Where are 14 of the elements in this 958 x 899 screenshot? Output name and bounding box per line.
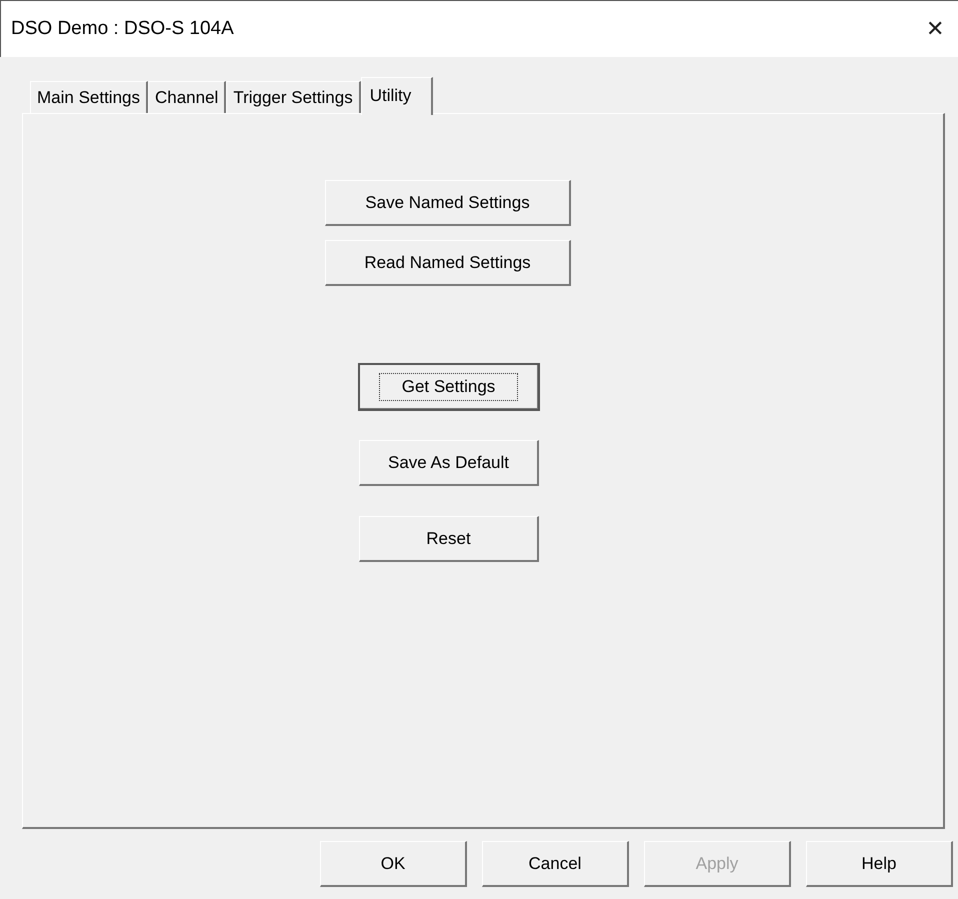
dialog-button[interactable]: Cancel [482, 841, 629, 887]
dialog-button[interactable]: OK [320, 841, 467, 887]
panel-button[interactable]: Read Named Settings [325, 240, 571, 286]
panel-button[interactable]: Reset [359, 516, 539, 562]
panel-button[interactable]: Get Settings [359, 364, 539, 410]
tab[interactable]: Utility [360, 77, 434, 115]
close-button[interactable]: ✕ [920, 16, 950, 42]
tab[interactable]: Channel [148, 81, 226, 113]
panel-button[interactable]: Save As Default [359, 440, 539, 486]
window-title: DSO Demo : DSO-S 104A [11, 18, 234, 40]
tab[interactable]: Trigger Settings [226, 81, 361, 113]
tab[interactable]: Main Settings [30, 81, 148, 113]
panel-button[interactable]: Save Named Settings [325, 180, 571, 226]
dialog-button[interactable]: Help [806, 841, 953, 887]
